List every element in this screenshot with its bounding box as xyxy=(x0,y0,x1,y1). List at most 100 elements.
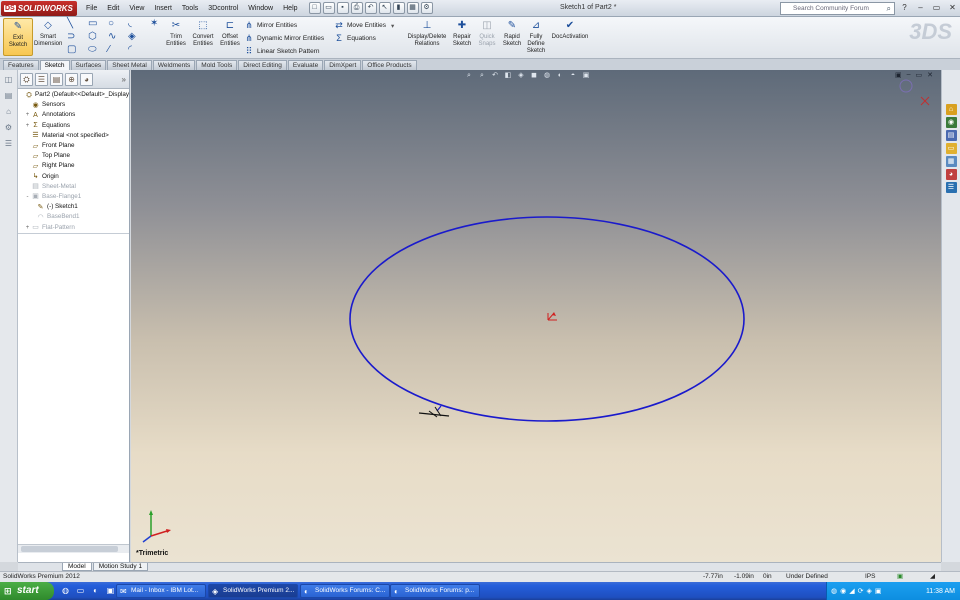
restore-icon[interactable]: ▭ xyxy=(930,2,943,14)
circle-icon[interactable]: ○ xyxy=(108,18,114,29)
menu-help[interactable]: Help xyxy=(278,5,302,12)
tree-item[interactable]: + A Annotations xyxy=(18,110,129,120)
exit-sketch-button[interactable]: ✎ Exit Sketch xyxy=(3,18,33,56)
tab-dimxpert[interactable]: DimXpert xyxy=(324,60,362,70)
trim-entities-button[interactable]: ✂ Trim Entities xyxy=(162,18,190,56)
tab-sheet-metal[interactable]: Sheet Metal xyxy=(107,60,152,70)
menu-window[interactable]: Window xyxy=(243,5,278,12)
menu-file[interactable]: File xyxy=(81,5,102,12)
property-manager-tab-icon[interactable]: ☰ xyxy=(35,72,48,86)
security-icon[interactable]: ◉ xyxy=(840,587,846,595)
menu-view[interactable]: View xyxy=(124,5,149,12)
help-icon[interactable]: ? xyxy=(898,2,911,14)
point-icon[interactable]: ✶ xyxy=(150,18,158,29)
layer-icon[interactable]: ▤ xyxy=(3,90,15,102)
rapid-sketch-button[interactable]: ✎ Rapid Sketch xyxy=(499,18,525,56)
equations-button[interactable]: Σ Equations xyxy=(334,33,376,43)
media-icon[interactable]: ◐ xyxy=(90,585,101,596)
menu-edit[interactable]: Edit xyxy=(102,5,124,12)
taskbar-button[interactable]: ◐ SolidWorks Forums: p... xyxy=(390,584,480,598)
database-icon[interactable]: ☰ xyxy=(3,138,15,150)
docactivation-button[interactable]: ✔ DocActivation xyxy=(548,18,592,56)
line-icon[interactable]: ╲ xyxy=(67,18,73,29)
volume-icon[interactable]: ◢ xyxy=(849,587,854,595)
menu-insert[interactable]: Insert xyxy=(149,5,177,12)
minimize-icon[interactable]: – xyxy=(914,2,927,14)
taskbar-button[interactable]: ◈ SolidWorks Premium 2... xyxy=(208,584,298,598)
menu-tools[interactable]: Tools xyxy=(177,5,203,12)
undo-icon[interactable]: ↶ xyxy=(364,2,377,14)
scrollbar-thumb[interactable] xyxy=(21,546,118,552)
tree-item[interactable]: ▱ Top Plane xyxy=(18,151,129,161)
fillet-icon[interactable]: ◜ xyxy=(128,44,132,55)
ellipse-icon[interactable]: ⬭ xyxy=(88,44,97,55)
slot-icon[interactable]: ⊃ xyxy=(67,31,75,42)
tree-item[interactable]: - ▣ Base-Flange1 xyxy=(18,192,129,202)
options-icon[interactable]: ⚙ xyxy=(420,2,433,14)
tree-expander-icon[interactable]: + xyxy=(24,223,31,233)
start-button[interactable]: ⊞ start xyxy=(0,582,54,600)
tree-item[interactable]: ◠ BaseBend1 xyxy=(18,212,129,222)
repair-sketch-button[interactable]: ✚ Repair Sketch xyxy=(449,18,475,56)
tab-sketch[interactable]: Sketch xyxy=(39,60,70,70)
tree-expander-icon[interactable]: - xyxy=(24,192,31,202)
taskbar-button[interactable]: ◐ SolidWorks Forums: C... xyxy=(300,584,390,598)
tab-direct-editing[interactable]: Direct Editing xyxy=(238,60,287,70)
update-icon[interactable]: ⟳ xyxy=(858,587,864,595)
rectangle-icon[interactable]: ▭ xyxy=(88,18,97,29)
new-document-icon[interactable]: □ xyxy=(308,2,321,14)
configuration-tab-icon[interactable]: ▤ xyxy=(50,72,63,86)
gear-icon[interactable]: ⚙ xyxy=(3,122,15,134)
tree-expander-icon[interactable]: + xyxy=(24,110,31,120)
model-tab-motion-study-1[interactable]: Motion Study 1 xyxy=(92,563,149,571)
close-icon[interactable]: ✕ xyxy=(946,2,959,14)
fully-define-button[interactable]: ⊿ Fully Define Sketch xyxy=(523,18,549,56)
dimxpert-tab-icon[interactable]: ⊕ xyxy=(65,72,78,86)
dynamic-mirror-button[interactable]: ⋔ Dynamic Mirror Entities xyxy=(244,33,324,44)
sketch-text-icon[interactable]: ⁄ xyxy=(108,44,110,55)
network-icon[interactable]: ◍ xyxy=(831,587,837,595)
tab-surfaces[interactable]: Surfaces xyxy=(70,60,107,70)
tree-item[interactable]: + ▭ Flat-Pattern xyxy=(18,222,129,232)
expand-panel-icon[interactable]: » xyxy=(122,75,126,84)
status-units[interactable]: IPS xyxy=(865,572,875,582)
file-explorer-icon[interactable]: ▭ xyxy=(945,143,957,154)
tab-mold-tools[interactable]: Mold Tools xyxy=(196,60,238,70)
tree-item[interactable]: ▱ Front Plane xyxy=(18,141,129,151)
quick-snaps-button[interactable]: ◫ Quick Snaps xyxy=(475,18,499,56)
tree-item[interactable]: ◉ Sensors xyxy=(18,100,129,110)
tree-expander-icon[interactable]: + xyxy=(24,121,31,131)
polygon-icon[interactable]: ⬡ xyxy=(88,31,97,42)
tab-features[interactable]: Features xyxy=(3,60,39,70)
display-manager-tab-icon[interactable]: ◕ xyxy=(80,72,93,86)
display-delete-relations-button[interactable]: ⊥ Display/Delete Relations xyxy=(406,18,448,56)
appearances-icon[interactable]: ◕ xyxy=(945,169,957,180)
mirror-entities-button[interactable]: ⋔ Mirror Entities xyxy=(244,20,297,31)
messenger-icon[interactable]: ◈ xyxy=(866,587,871,595)
view-palette-icon[interactable]: ▦ xyxy=(945,156,957,167)
linear-pattern-button[interactable]: ⠿ Linear Sketch Pattern xyxy=(244,46,320,57)
smart-dimension-button[interactable]: ◇ Smart Dimension xyxy=(34,18,62,56)
tree-item[interactable]: ☰ Material <not specified> xyxy=(18,131,129,141)
offset-entities-button[interactable]: ⊏ Offset Entities xyxy=(216,18,244,56)
resources-icon[interactable]: ◉ xyxy=(945,117,957,128)
solidworks-logo[interactable]: DS SOLIDWORKS xyxy=(1,0,77,16)
construction-rectangle-icon[interactable]: ▢ xyxy=(67,44,76,55)
tree-item[interactable]: ⛭ Part2 (Default<<Default>_Display xyxy=(18,90,129,100)
home-icon[interactable]: ⌂ xyxy=(945,104,957,115)
rebuild-icon[interactable]: ▮ xyxy=(392,2,405,14)
tab-evaluate[interactable]: Evaluate xyxy=(287,60,324,70)
graphics-viewport[interactable]: ⌕ ⌕ ↶ ◧ ◈ ◼ ◍ ◐ ◓ ▣ ▣ – ▭ ✕ *Trimetric xyxy=(131,70,941,562)
view-icon[interactable]: ◫ xyxy=(3,74,15,86)
open-folder-icon[interactable]: ▭ xyxy=(322,2,335,14)
design-library-icon[interactable]: ▤ xyxy=(945,130,957,141)
rebuild-status-icon[interactable]: ▣ xyxy=(897,572,903,582)
display-icon[interactable]: ▣ xyxy=(875,587,882,595)
search-input[interactable]: Search Community Forum ⌕ xyxy=(780,2,895,15)
chevron-down-icon[interactable]: ▾ xyxy=(391,22,394,30)
browser-icon[interactable]: ◍ xyxy=(60,585,71,596)
tree-item[interactable]: ↳ Origin xyxy=(18,172,129,182)
sketch-canvas[interactable] xyxy=(131,70,941,562)
tab-office-products[interactable]: Office Products xyxy=(362,60,417,70)
search-icon[interactable]: ⌕ xyxy=(887,3,891,14)
